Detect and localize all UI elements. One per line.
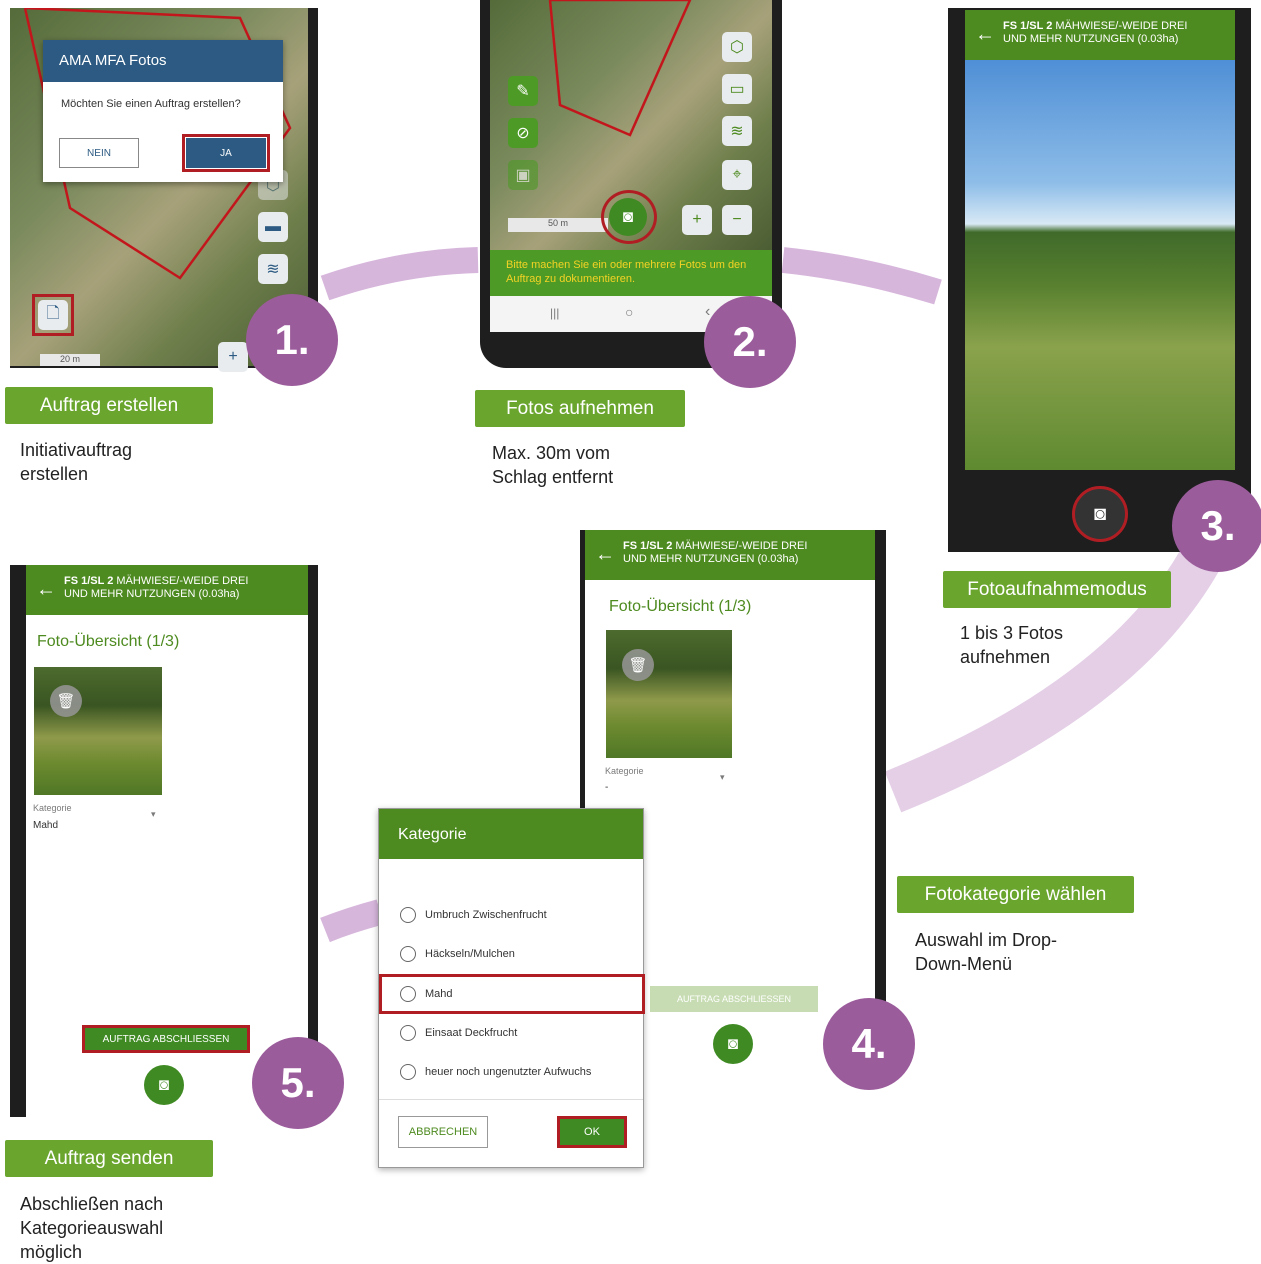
app-header: ← FS 1/SL 2 MÄHWIESE/-WEIDE DREI UND MEHR… [965, 10, 1235, 60]
step-description-5: Abschließen nach Kategorieauswahl möglic… [20, 1194, 164, 1262]
finish-order-button[interactable]: AUFTRAG ABSCHLIESSEN [82, 1025, 250, 1053]
zoom-out-button[interactable]: − [722, 205, 752, 235]
page-title: Foto-Übersicht (1/3) [37, 633, 180, 650]
step-number-5: 5. [252, 1037, 344, 1129]
ok-button[interactable]: OK [557, 1116, 627, 1148]
step-label-1: Auftrag erstellen [5, 387, 213, 424]
phone-screen-5: ← FS 1/SL 2 MÄHWIESE/-WEIDE DREI UND MEHR… [10, 565, 318, 1117]
highlight-selected-option [379, 974, 645, 1014]
app-header: ← FS 1/SL 2 MÄHWIESE/-WEIDE DREI UND MEHR… [26, 565, 308, 615]
category-option[interactable]: Häckseln/Mulchen [379, 934, 643, 974]
back-arrow-icon[interactable]: ← [595, 544, 615, 567]
edit-icon[interactable]: ✎ [508, 76, 538, 106]
photo-thumbnail[interactable] [606, 630, 732, 758]
phone-screen-3: ← FS 1/SL 2 MÄHWIESE/-WEIDE DREI UND MEHR… [948, 8, 1251, 552]
cancel-button[interactable]: ABBRECHEN [398, 1116, 488, 1148]
radio-button[interactable] [400, 946, 416, 962]
app-header: ← FS 1/SL 2 MÄHWIESE/-WEIDE DREI UND MEHR… [585, 530, 875, 580]
back-arrow-icon[interactable]: ← [36, 579, 56, 602]
layers-icon[interactable]: ≋ [258, 254, 288, 284]
camera-icon: ◙ [727, 1034, 739, 1053]
header-parcel-type: MÄHWIESE/-WEIDE DREI [672, 540, 808, 552]
category-label: Kategorie [33, 803, 72, 813]
scale-bar: 20 m [40, 354, 100, 366]
step-label-2: Fotos aufnehmen [475, 390, 685, 427]
header-parcel-id: FS 1/SL 2 [1003, 20, 1053, 32]
category-value[interactable]: Mahd [33, 820, 58, 831]
step-description-1: Initiativauftrag erstellen [20, 440, 133, 484]
nav-recent-button[interactable]: ||| [550, 306, 559, 320]
nav-home-button[interactable]: ○ [625, 304, 633, 320]
chevron-down-icon[interactable]: ▾ [151, 809, 156, 820]
option-label: heuer noch ungenutzter Aufwuchs [425, 1066, 592, 1078]
dialog-title: Kategorie [379, 809, 643, 859]
header-parcel-area: UND MEHR NUTZUNGEN (0.03ha) [1003, 33, 1179, 45]
step-number-4: 4. [823, 998, 915, 1090]
step-description-2: Max. 30m vom Schlag entfernt [492, 443, 614, 487]
scale-bar: 50 m [508, 218, 608, 232]
category-label: Kategorie [605, 766, 644, 776]
image-icon[interactable]: ▣ [508, 160, 538, 190]
chevron-down-icon[interactable]: ▾ [720, 772, 725, 783]
camera-viewfinder [965, 60, 1235, 470]
dialog-question: Möchten Sie einen Auftrag erstellen? [61, 98, 241, 110]
stack-icon[interactable]: ▬ [258, 212, 288, 242]
cancel-icon[interactable]: ⊘ [508, 118, 538, 148]
camera-button[interactable]: ◙ [144, 1065, 184, 1105]
no-button[interactable]: NEIN [59, 138, 139, 168]
header-parcel-type: MÄHWIESE/-WEIDE DREI [113, 575, 249, 587]
category-dialog: Kategorie Umbruch Zwischenfrucht Häcksel… [378, 808, 645, 1168]
step-number-1: 1. [246, 294, 338, 386]
option-label: Einsaat Deckfrucht [425, 1027, 518, 1039]
dialog-title: AMA MFA Fotos [43, 40, 283, 82]
radio-button[interactable] [400, 1025, 416, 1041]
shutter-button[interactable]: ◙ [1072, 486, 1128, 542]
trash-icon[interactable]: 🗑 [622, 649, 654, 681]
header-parcel-area: UND MEHR NUTZUNGEN (0.03ha) [64, 588, 240, 600]
camera-icon: ◙ [1093, 502, 1107, 525]
camera-button[interactable]: ◙ [713, 1024, 753, 1064]
cube-icon[interactable]: ⬡ [722, 32, 752, 62]
category-option[interactable]: Einsaat Deckfrucht [379, 1013, 643, 1053]
step-description-3: 1 bis 3 Fotos aufnehmen [960, 623, 1064, 667]
trash-icon[interactable]: 🗑 [50, 685, 82, 717]
header-parcel-area: UND MEHR NUTZUNGEN (0.03ha) [623, 553, 799, 565]
step-number-2: 2. [704, 296, 796, 388]
highlight-camera-button [601, 190, 657, 244]
page-title: Foto-Übersicht (1/3) [609, 598, 752, 615]
divider [379, 1099, 643, 1100]
back-arrow-icon[interactable]: ← [975, 24, 995, 47]
step-description-4: Auswahl im Drop- Down-Menü [915, 930, 1058, 974]
option-label: Häckseln/Mulchen [425, 948, 515, 960]
step-label-4: Fotokategorie wählen [897, 876, 1134, 913]
header-parcel-id: FS 1/SL 2 [623, 540, 673, 552]
layers-icon[interactable]: ≋ [722, 116, 752, 146]
radio-button[interactable] [400, 907, 416, 923]
create-order-dialog: AMA MFA Fotos Möchten Sie einen Auftrag … [43, 40, 283, 182]
header-parcel-id: FS 1/SL 2 [64, 575, 114, 587]
highlight-yes-button [182, 134, 270, 172]
stack-icon[interactable]: ▭ [722, 74, 752, 104]
step-label-3: Fotoaufnahmemodus [943, 571, 1171, 608]
category-option[interactable]: Umbruch Zwischenfrucht [379, 895, 643, 935]
radio-button[interactable] [400, 1064, 416, 1080]
step-label-5: Auftrag senden [5, 1140, 213, 1177]
zoom-in-button[interactable]: + [682, 205, 712, 235]
header-parcel-type: MÄHWIESE/-WEIDE DREI [1052, 20, 1188, 32]
highlight-create-order [32, 294, 74, 336]
category-option[interactable]: heuer noch ungenutzter Aufwuchs [379, 1052, 643, 1092]
option-label: Umbruch Zwischenfrucht [425, 909, 547, 921]
step-number-3: 3. [1172, 480, 1261, 572]
photo-thumbnail[interactable] [34, 667, 162, 795]
camera-icon: ◙ [158, 1075, 170, 1094]
hint-banner: Bitte machen Sie ein oder mehrere Fotos … [490, 250, 772, 296]
category-value[interactable]: - [605, 782, 608, 793]
finish-order-button: AUFTRAG ABSCHLIESSEN [650, 986, 818, 1012]
crosshair-icon[interactable]: ⌖ [722, 160, 752, 190]
zoom-in-button[interactable]: + [218, 342, 248, 372]
